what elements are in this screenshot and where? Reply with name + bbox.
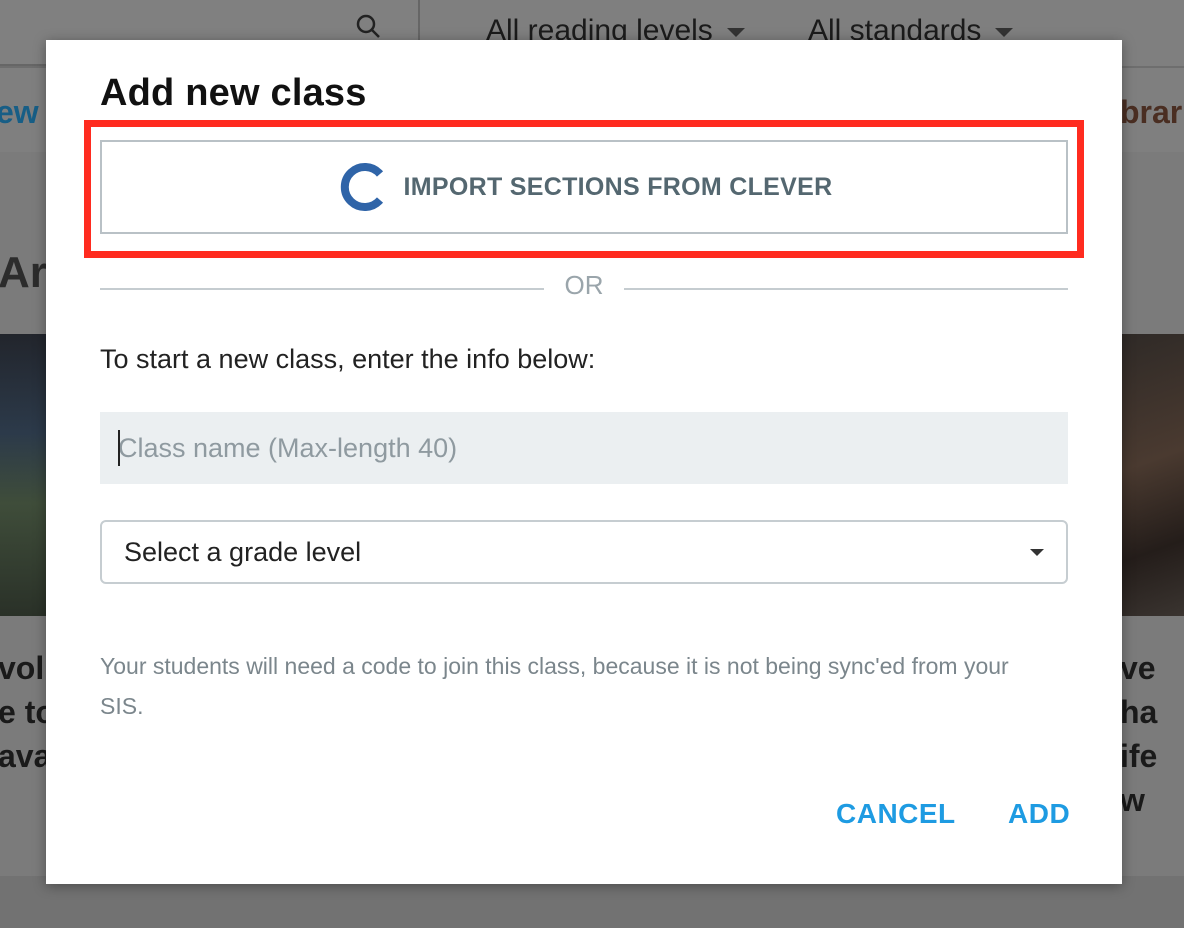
background-heading: Ar <box>0 248 47 297</box>
dialog-title: Add new class <box>100 72 367 114</box>
or-label: OR <box>564 270 604 300</box>
background-card-text-right: ve ha ife w <box>1120 646 1184 822</box>
import-button-label: IMPORT SECTIONS FROM CLEVER <box>403 172 833 201</box>
cancel-button[interactable]: CANCEL <box>836 798 956 830</box>
divider <box>624 288 1068 290</box>
background-card-image-left <box>0 334 46 616</box>
card-text-line: ve ha <box>1120 650 1158 730</box>
divider <box>100 288 544 290</box>
add-class-dialog: Add new class IMPORT SECTIONS FROM CLEVE… <box>46 40 1122 884</box>
add-button[interactable]: ADD <box>1008 798 1070 830</box>
chevron-down-icon <box>726 27 745 37</box>
chevron-down-icon <box>995 27 1014 37</box>
text-cursor <box>118 430 120 466</box>
background-nav-right: brar <box>1120 94 1183 130</box>
search-icon <box>356 14 380 38</box>
or-separator: OR <box>100 268 1068 308</box>
grade-level-select[interactable]: Select a grade level <box>100 520 1068 584</box>
card-text-line: ife w <box>1120 738 1158 818</box>
chevron-down-icon <box>1030 549 1044 556</box>
background-card-image-right <box>1122 334 1184 616</box>
class-name-input[interactable] <box>100 412 1068 484</box>
grade-select-value: Select a grade level <box>124 537 362 567</box>
instruction-text: To start a new class, enter the info bel… <box>100 344 596 374</box>
clever-logo-icon <box>340 163 383 211</box>
sis-note: Your students will need a code to join t… <box>100 653 1009 719</box>
import-from-clever-button[interactable]: IMPORT SECTIONS FROM CLEVER <box>100 140 1068 234</box>
background-nav-left: ew <box>0 94 39 130</box>
